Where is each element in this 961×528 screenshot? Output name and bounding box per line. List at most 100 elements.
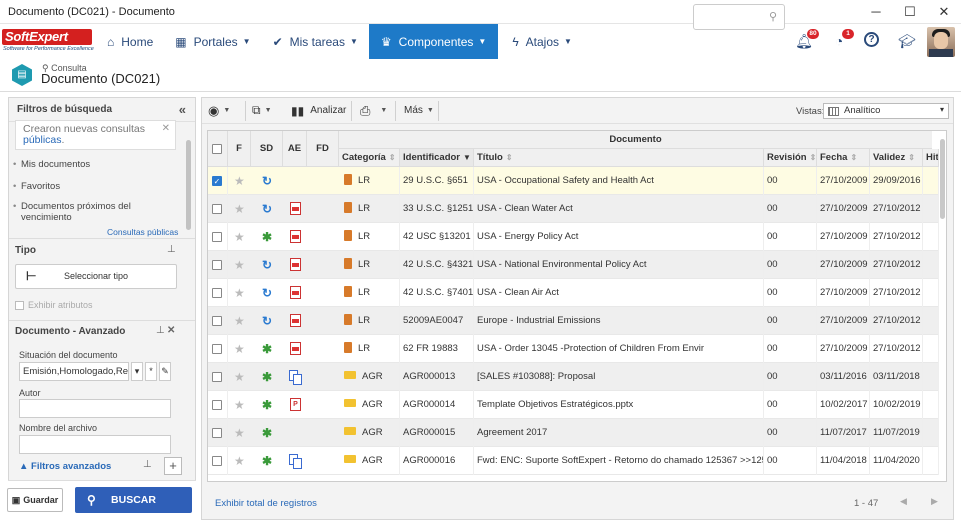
row-checkbox[interactable] [212,260,222,270]
views-select[interactable]: Analítico ▾ [823,103,949,119]
row-checkbox[interactable] [212,456,222,466]
table-row[interactable]: ★ ✱ LR 62 FR 19883 USA - Order 13045 -Protec… [208,335,939,363]
col-header-identifier[interactable]: Identificador ▼ [400,149,474,167]
col-header-validity[interactable]: Validez ⇕ [870,149,923,167]
situation-select[interactable]: Emisión,Homologado,Revis [19,362,129,381]
favorite-star-icon[interactable]: ★ [234,335,245,363]
copies-icon[interactable] [289,454,302,469]
pin-icon[interactable]: ⊥ [156,325,165,336]
search-button[interactable]: ⚲ BUSCAR [75,487,192,513]
global-search-input[interactable]: ⚲ [693,4,785,30]
pptx-file-icon[interactable]: P [290,398,301,411]
save-button[interactable]: ▣ Guardar [7,488,63,512]
maximize-button[interactable]: ☐ [893,0,927,24]
pin-icon[interactable]: ⊥ [167,244,176,255]
pdf-file-icon[interactable] [290,202,301,215]
query-favoritos[interactable]: Favoritos [13,181,60,192]
nav-mis-tareas[interactable]: ✔ Mis tareas ▼ [262,24,369,59]
close-window-button[interactable]: ✕ [927,0,961,24]
filters-scrollbar[interactable] [186,140,191,230]
print-button[interactable]: ⎙ ▼ [360,98,387,123]
close-icon[interactable]: ✕ [162,123,170,134]
table-row[interactable]: ★ ✱ AGR AGR000016 Fwd: ENC: Suporte SoftExpe… [208,447,939,475]
collapse-panel-icon[interactable]: « [179,102,186,117]
grid-scrollbar[interactable] [939,131,946,481]
favorite-star-icon[interactable]: ★ [234,223,245,251]
pdf-file-icon[interactable] [290,258,301,271]
table-row[interactable]: ★ ✱ P AGR AGR000014 Template Objetivos Estrat… [208,391,939,419]
display-dropdown-button[interactable]: ⧉ ▼ [252,98,272,123]
col-header-sd[interactable]: SD [251,131,283,167]
col-header-title[interactable]: Título ⇕ [474,149,764,167]
row-checkbox[interactable] [212,288,222,298]
graduation-cap-icon[interactable]: 🎓︎ [898,32,916,50]
query-proximos-vencimiento[interactable]: Documentos próximos del vencimiento [13,201,171,223]
notifications-bell-icon[interactable]: 🔔︎ 80 [795,29,819,50]
public-queries-link[interactable]: Consultas públicas [107,227,178,237]
softexpert-logo[interactable]: SoftExpert Software for Performance Exce… [0,24,95,59]
row-checkbox[interactable] [212,344,222,354]
add-filter-button[interactable]: + [164,457,182,475]
table-row[interactable]: ★ ↻ LR 42 U.S.C. §4321 USA - National Enviro… [208,251,939,279]
favorite-star-icon[interactable]: ★ [234,419,245,447]
row-checkbox[interactable] [212,400,222,410]
filename-input[interactable] [19,435,171,454]
col-header-category[interactable]: Categoría ⇕ [339,149,400,167]
table-row[interactable]: ★ ✱ AGR AGR000013 [SALES #103088]: Proposal 0… [208,363,939,391]
favorite-star-icon[interactable]: ★ [234,307,245,335]
author-input[interactable] [19,399,171,418]
favorite-star-icon[interactable]: ★ [234,391,245,419]
query-mis-documentos[interactable]: Mis documentos [13,159,90,170]
table-row[interactable]: ✓ ★ ↻ LR 29 U.S.C. §651 USA - Occupational Sa… [208,167,939,195]
table-row[interactable]: ★ ✱ AGR AGR000015 Agreement 2017 00 11/07/2017… [208,419,939,447]
table-row[interactable]: ★ ↻ LR 52009AE0047 Europe - Industrial Emiss… [208,307,939,335]
row-checkbox[interactable] [212,316,222,326]
pdf-file-icon[interactable] [290,286,301,299]
help-icon[interactable]: ? [864,32,879,47]
row-checkbox[interactable]: ✓ [212,176,222,186]
show-attributes-checkbox[interactable]: Exhibir atributos [15,300,93,310]
nav-portales[interactable]: ▦ Portales ▼ [164,24,261,59]
user-avatar[interactable] [927,27,955,57]
favorite-star-icon[interactable]: ★ [234,363,245,391]
pin-icon[interactable]: ⊥ [143,459,152,470]
tasks-gauge-icon[interactable]: ◔ 1 [830,29,854,50]
table-row[interactable]: ★ ↻ LR 33 U.S.C. §1251 USA - Clean Water Act… [208,195,939,223]
analyze-button[interactable]: ▮▮ Analizar [291,98,346,123]
show-total-records-link[interactable]: Exhibir total de registros [215,498,317,509]
pdf-file-icon[interactable] [290,342,301,355]
row-checkbox[interactable] [212,204,222,214]
favorite-star-icon[interactable]: ★ [234,167,245,195]
col-header-f[interactable]: F [228,131,251,167]
next-page-icon[interactable]: ▶ [931,496,938,507]
favorite-star-icon[interactable]: ★ [234,447,245,475]
col-header-ae[interactable]: AE [283,131,307,167]
close-icon[interactable]: ✕ [167,325,175,336]
view-dropdown-button[interactable]: ◉ ▼ [208,98,230,123]
pdf-file-icon[interactable] [290,314,301,327]
nav-componentes[interactable]: ♛ Componentes ▼ [368,24,499,59]
nav-home[interactable]: ⌂ Home [95,24,164,59]
copies-icon[interactable] [289,370,302,385]
row-checkbox[interactable] [212,232,222,242]
col-header-date[interactable]: Fecha ⇕ [817,149,870,167]
chevron-down-icon[interactable]: ▾ [131,362,143,381]
advanced-filters-link[interactable]: ▲ Filtros avanzados [19,461,111,472]
row-checkbox[interactable] [212,428,222,438]
col-header-hit[interactable]: Hit [923,149,939,167]
pdf-file-icon[interactable] [290,230,301,243]
col-header-revision[interactable]: Revisión ⇕ [764,149,817,167]
table-row[interactable]: ★ ✱ LR 42 USC §13201 USA - Energy Policy Act… [208,223,939,251]
public-queries-link[interactable]: públicas [23,134,62,146]
favorite-star-icon[interactable]: ★ [234,279,245,307]
select-all-checkbox[interactable] [212,144,222,154]
minimize-button[interactable]: ─ [859,0,893,24]
eraser-icon[interactable]: ✎ [159,362,171,381]
nav-atajos[interactable]: ϟ Atajos ▼ [498,24,583,59]
more-button[interactable]: Más ▼ [404,98,434,123]
favorite-star-icon[interactable]: ★ [234,195,245,223]
row-checkbox[interactable] [212,372,222,382]
favorite-star-icon[interactable]: ★ [234,251,245,279]
previous-page-icon[interactable]: ◀ [900,496,907,507]
select-type-button[interactable]: ⊢ Seleccionar tipo [15,264,177,289]
